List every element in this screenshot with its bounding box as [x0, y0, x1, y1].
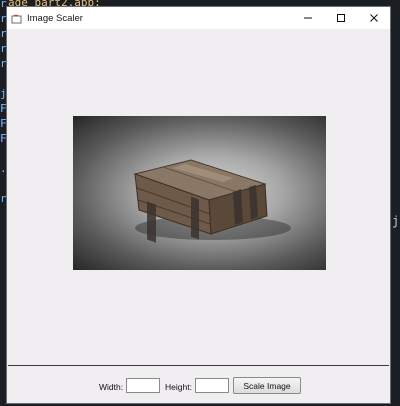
width-label: Width:	[99, 382, 124, 392]
maximize-button[interactable]	[324, 7, 357, 29]
background-code-right: j	[392, 214, 400, 228]
image-scaler-window: Image Scaler Width: Height: Scale Image	[6, 6, 391, 404]
window-title: Image Scaler	[27, 12, 83, 24]
width-input[interactable]	[126, 378, 160, 393]
controls-panel: Width: Height: Scale Image	[8, 366, 389, 402]
height-input[interactable]	[195, 378, 229, 393]
maximize-icon	[336, 14, 345, 22]
scale-image-button[interactable]: Scale Image	[233, 377, 301, 394]
title-bar[interactable]: Image Scaler	[7, 7, 390, 29]
minimize-button[interactable]	[291, 7, 324, 29]
height-label: Height:	[165, 382, 192, 392]
java-app-icon	[11, 13, 22, 24]
close-button[interactable]	[357, 7, 390, 29]
image-canvas	[8, 30, 389, 366]
wooden-crate-image	[73, 116, 326, 270]
window-controls	[291, 7, 390, 29]
close-icon	[369, 14, 378, 22]
minimize-icon	[303, 17, 312, 19]
